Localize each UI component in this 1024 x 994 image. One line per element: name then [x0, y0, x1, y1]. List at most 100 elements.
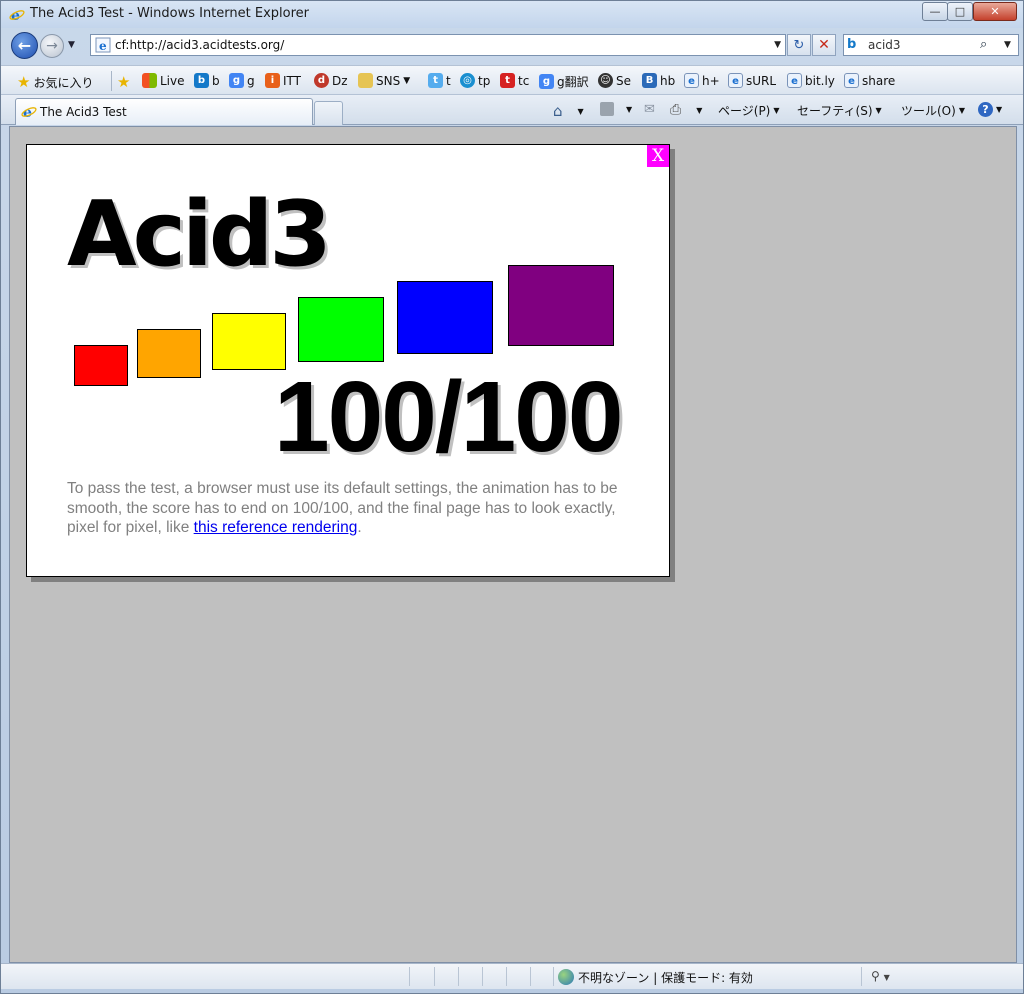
- fav-surl[interactable]: e sURL: [728, 73, 776, 88]
- ie-page-icon: e: [728, 73, 743, 88]
- se-icon: ☺: [598, 73, 613, 88]
- fav-itt[interactable]: i ITT: [265, 73, 301, 88]
- ie-logo-icon: e: [21, 105, 37, 120]
- ie-page-icon: e: [684, 73, 699, 88]
- page-menu[interactable]: ページ(P) ▼: [718, 102, 780, 119]
- twitter-icon: t: [428, 73, 443, 88]
- chevron-down-icon: ▼: [883, 973, 890, 982]
- browser-window: e The Acid3 Test - Windows Internet Expl…: [0, 0, 1024, 994]
- forward-button[interactable]: →: [40, 34, 64, 58]
- stop-button[interactable]: ✕: [812, 34, 836, 56]
- itt-icon: i: [265, 73, 280, 88]
- navigation-bar: ← → ▼ e cf:http://acid3.acidtests.org/ ▼…: [1, 29, 1023, 65]
- mail-button[interactable]: ✉: [644, 102, 655, 117]
- title-bar: e The Acid3 Test - Windows Internet Expl…: [1, 1, 1023, 28]
- svg-text:e: e: [23, 105, 32, 120]
- history-dropdown-icon[interactable]: ▼: [68, 40, 75, 50]
- chevron-down-icon: ▼: [403, 75, 411, 86]
- svg-text:e: e: [11, 8, 20, 23]
- reference-rendering-link[interactable]: this reference rendering: [194, 519, 358, 536]
- fav-share[interactable]: e share: [844, 73, 895, 88]
- fav-t[interactable]: t t: [428, 73, 451, 88]
- fav-g[interactable]: g g: [229, 73, 255, 88]
- zoom-button[interactable]: ⚲ ▼: [871, 969, 890, 983]
- fav-bitly[interactable]: e bit.ly: [787, 73, 835, 88]
- fav-b[interactable]: b b: [194, 73, 220, 88]
- status-separator: [482, 967, 483, 986]
- chevron-down-icon: ▼: [996, 105, 1003, 114]
- print-button[interactable]: ⎙ ▼: [670, 102, 702, 118]
- page-icon: e: [95, 37, 111, 53]
- search-input[interactable]: acid3: [868, 38, 901, 52]
- acid3-box: X Acid3 100/100 To pass the test, a brow…: [26, 144, 670, 577]
- acid3-close-button[interactable]: X: [647, 145, 669, 167]
- dzone-icon: d: [314, 73, 329, 88]
- feeds-button[interactable]: ▼: [600, 102, 632, 116]
- fav-g-translate[interactable]: g g翻訳: [539, 73, 589, 90]
- fav-tc[interactable]: t tc: [500, 73, 529, 88]
- ie-page-icon: e: [844, 73, 859, 88]
- acid3-score: 100/100: [274, 361, 623, 473]
- page-viewport[interactable]: X Acid3 100/100 To pass the test, a brow…: [9, 126, 1017, 963]
- bucket-red: [74, 345, 128, 386]
- google-icon: g: [229, 73, 244, 88]
- help-icon: ?: [978, 102, 993, 117]
- help-menu[interactable]: ? ▼: [978, 102, 1002, 117]
- status-separator: [409, 967, 410, 986]
- tc-icon: t: [500, 73, 515, 88]
- minimize-button[interactable]: —: [922, 2, 948, 21]
- new-tab-button[interactable]: [314, 101, 343, 125]
- safety-menu[interactable]: セーフティ(S) ▼: [797, 102, 882, 119]
- home-icon: ⌂: [553, 102, 563, 120]
- chevron-down-icon: ▼: [696, 105, 703, 115]
- bucket-purple: [508, 265, 614, 346]
- maximize-button[interactable]: □: [947, 2, 973, 21]
- status-separator: [506, 967, 507, 986]
- window-title: The Acid3 Test - Windows Internet Explor…: [30, 6, 309, 21]
- chevron-down-icon: ▼: [875, 106, 882, 115]
- favorites-button[interactable]: ★ お気に入り: [17, 73, 93, 91]
- favorites-star-icon: ★: [17, 73, 31, 91]
- bing-logo-icon: b: [847, 37, 857, 52]
- search-icon[interactable]: ⌕: [980, 37, 987, 52]
- bucket-orange: [137, 329, 201, 378]
- fav-h-plus[interactable]: e h+: [684, 73, 720, 88]
- address-input[interactable]: cf:http://acid3.acidtests.org/: [115, 38, 284, 52]
- acid3-title: Acid3: [67, 182, 332, 287]
- back-button[interactable]: ←: [11, 32, 38, 59]
- fav-tp[interactable]: ◎ tp: [460, 73, 490, 88]
- fav-dz[interactable]: d Dz: [314, 73, 348, 88]
- mail-icon: ✉: [644, 102, 655, 117]
- chevron-down-icon: ▼: [577, 106, 584, 116]
- security-zone-text[interactable]: 不明なゾーン | 保護モード: 有効: [578, 969, 753, 986]
- status-bar: 不明なゾーン | 保護モード: 有効 ⚲ ▼: [1, 963, 1023, 989]
- status-separator: [434, 967, 435, 986]
- fav-hb[interactable]: B hb: [642, 73, 675, 88]
- add-favorite-button[interactable]: ★: [117, 73, 130, 91]
- favorites-bar: ★ お気に入り ★ Live b b g g i ITT d Dz SNS ▼ …: [1, 65, 1023, 95]
- tab-acid3[interactable]: e The Acid3 Test: [15, 98, 313, 125]
- google-translate-icon: g: [539, 74, 554, 89]
- windows-logo-icon: [142, 73, 157, 88]
- print-icon: ⎙: [670, 102, 682, 118]
- hatena-icon: B: [642, 73, 657, 88]
- address-bar[interactable]: e cf:http://acid3.acidtests.org/ ▼: [90, 34, 786, 56]
- home-button[interactable]: ⌂ ▼: [553, 102, 584, 120]
- fav-sns-folder[interactable]: SNS ▼: [358, 73, 410, 88]
- bucket-blue: [397, 281, 493, 354]
- close-button[interactable]: ✕: [973, 2, 1017, 21]
- tab-bar: e The Acid3 Test ⌂ ▼ ▼ ✉ ⎙ ▼ ページ(P) ▼ セー…: [1, 95, 1023, 125]
- refresh-button[interactable]: ↻: [787, 34, 811, 56]
- fav-se[interactable]: ☺ Se: [598, 73, 631, 88]
- address-dropdown-icon[interactable]: ▼: [774, 40, 781, 50]
- acid3-description: To pass the test, a browser must use its…: [67, 480, 618, 536]
- search-box[interactable]: b acid3 ⌕ ▼: [843, 34, 1019, 56]
- tools-menu[interactable]: ツール(O) ▼: [901, 102, 965, 119]
- fav-live[interactable]: Live: [142, 73, 185, 88]
- folder-icon: [358, 73, 373, 88]
- search-dropdown-icon[interactable]: ▼: [1004, 40, 1011, 50]
- favorites-separator: [111, 71, 112, 91]
- globe-icon: [558, 969, 574, 985]
- bucket-lime: [298, 297, 384, 362]
- bing-icon: b: [194, 73, 209, 88]
